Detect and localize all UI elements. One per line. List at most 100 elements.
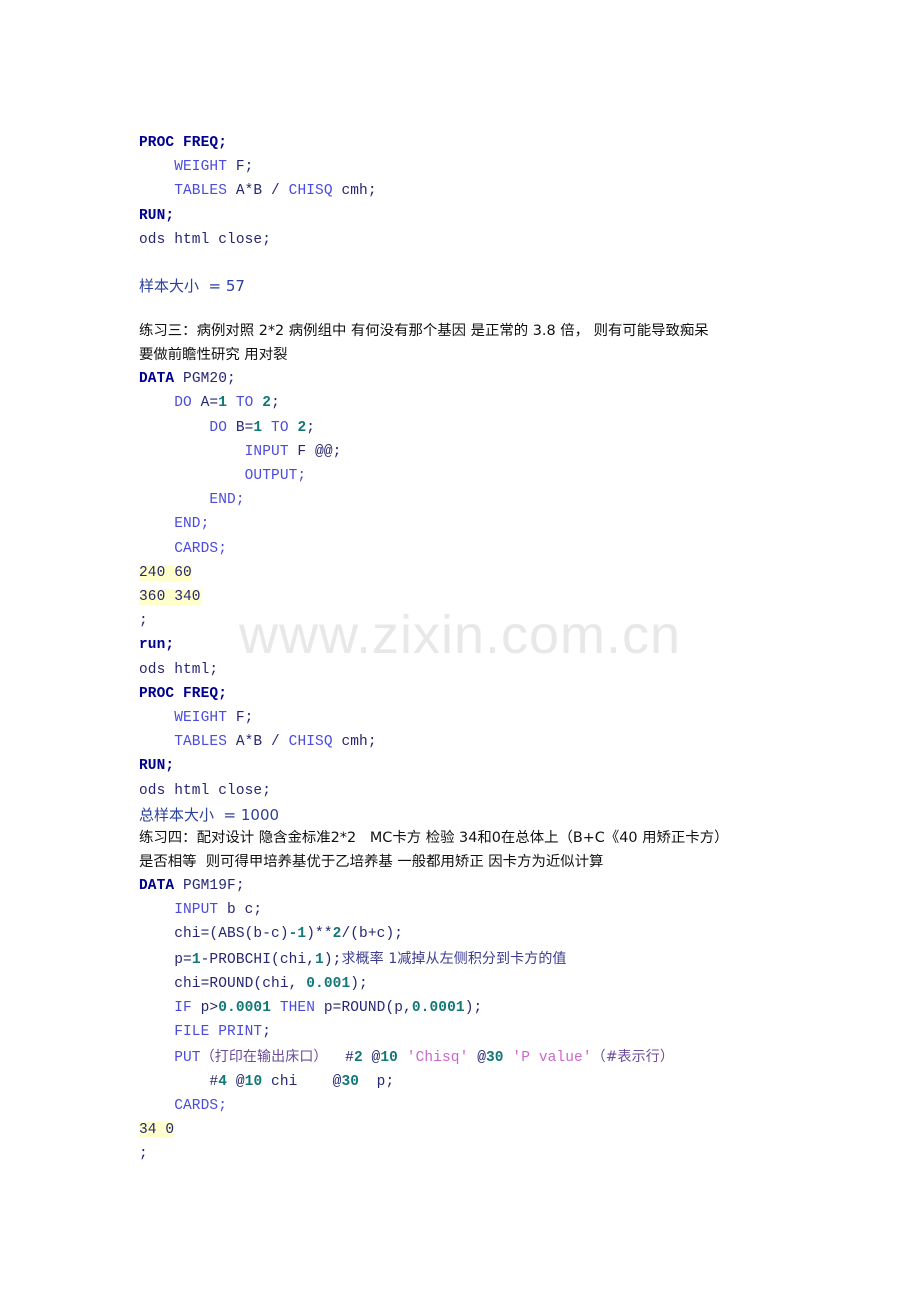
code-line: run; [139,633,799,657]
code-token-string: 'P value' [503,1049,592,1066]
code-token-plain: -PROBCHI(chi, [200,951,316,968]
code-line: END; [139,488,799,512]
code-token-plain: chi @ [262,1073,342,1090]
code-token-plain: chi=(ABS(b-c) [139,926,289,943]
code-line: END; [139,512,799,536]
code-line: TABLES A*B / CHISQ cmh; [139,179,799,203]
code-token-number: 0.001 [306,975,351,992]
code-token-number: 30 [341,1073,360,1090]
code-token-plain: ); [464,1000,483,1017]
code-token-punct: ; [218,685,228,702]
code-token-number: 2 [353,1049,363,1066]
code-token-number: 1 [253,419,263,436]
code-token-number: 0.0001 [218,1000,272,1017]
code-line: DO A=1 TO 2; [139,391,799,415]
code-token-plain: A= [191,395,219,412]
code-token-number: 2 [262,395,272,412]
code-token-plain: ods html close; [139,782,272,799]
code-token-plain: chi=ROUND(chi, [139,975,307,992]
code-line: WEIGHT F; [139,706,799,730]
code-token-keyword: TABLES [139,734,228,751]
code-token-plain: PGM20; [174,371,236,388]
code-token-keyword: WEIGHT [139,710,228,727]
code-token-keyword: END; [139,516,210,533]
exercise4-paragraph-line2: 是否相等 则可得甲培养基优于乙培养基 一般都用矫正 因卡方为近似计算 [139,853,604,870]
code-line: INPUT F @@; [139,440,799,464]
code-token-keyword: DO [139,395,192,412]
code-token-plain: b c; [218,902,263,919]
code-line: ; [139,609,799,633]
code-token-plain: @ [468,1049,486,1066]
code-token-plain: PGM19F; [174,878,245,895]
code-token-keyword: FILE PRINT [139,1024,263,1041]
code-token-keyword: THEN [271,1000,316,1017]
code-line: DATA PGM20; [139,367,799,391]
code-token-keyword: PROC FREQ [139,135,219,151]
code-token-plain: p> [191,1000,219,1017]
code-token-plain: ); [323,951,342,968]
code-token-number: 10 [380,1049,398,1066]
code-line: DATA PGM19F; [139,874,799,898]
code-line: PROC FREQ; [139,682,799,706]
code-line: ods html; [139,658,799,682]
code-line: PROC FREQ; [139,131,799,155]
code-token-keyword: INPUT [139,443,289,460]
code-token-keyword: PUT [139,1049,201,1066]
data-line: 360 340 [139,585,799,609]
code-token-keyword: END; [139,492,245,509]
code-token-plain: # [327,1049,354,1066]
code-line: RUN; [139,754,799,778]
code-token-keyword: RUN; [139,207,175,224]
code-token-keyword: WEIGHT [139,159,228,176]
code-token-number: 30 [486,1049,504,1066]
sample-size-heading: 样本大小 = 57 [139,274,799,298]
code-token-plain: ods html close; [139,231,272,248]
total-sample-size-text: 总样本大小 = 1000 [139,805,280,824]
code-token-plain: ; [306,419,316,436]
code-line: TABLES A*B / CHISQ cmh; [139,730,799,754]
code-token-keyword: CHISQ [288,734,333,751]
code-token-keyword: DATA [139,878,175,895]
data-values-highlighted: 34 0 [139,1122,175,1139]
code-token-punct: ; [218,135,228,151]
code-token-plain: p; [359,1073,395,1090]
code-token-number: 1 [191,951,201,968]
data-values-highlighted: 240 60 [139,564,192,581]
code-token-plain: @ [362,1049,381,1066]
code-token-plain: p= [139,951,192,968]
code-token-keyword: RUN; [139,758,175,775]
code-line: CARDS; [139,1094,799,1118]
code-token-keyword: OUTPUT; [139,468,307,485]
code-token-number: 1 [218,395,228,412]
code-token-plain: B= [227,419,254,436]
code-token-keyword: INPUT [139,902,219,919]
exercise3-paragraph-line1: 练习三：病例对照 2*2 病例组中 有何没有那个基因 是正常的 3.8 倍， 则… [139,323,709,340]
code-line: OUTPUT; [139,464,799,488]
code-token-keyword: PROC FREQ [139,685,219,702]
code-token-string: 'Chisq' [397,1049,469,1066]
code-token-keyword: TO [227,395,263,412]
code-line: DO B=1 TO 2; [139,416,799,440]
code-token-keyword: DO [139,419,228,436]
code-token-number: 0.0001 [411,1000,465,1017]
code-line: ; [139,1142,799,1166]
code-token-plain: A*B / [227,734,289,751]
code-token-keyword: TABLES [139,183,228,200]
exercise3-paragraph-line2: 要做前瞻性研究 用对裂 [139,346,288,363]
code-token-keyword: CARDS; [139,1097,228,1114]
code-line: CARDS; [139,537,799,561]
code-token-plain: ods html; [139,661,219,678]
document-page: www.zixin.com.cn PROC FREQ; WEIGHT F; TA… [0,0,920,1302]
data-line: 240 60 [139,561,799,585]
total-sample-size-heading: 总样本大小 = 1000 [139,803,799,827]
code-line: p=1-PROBCHI(chi,1);求概率 1减掉从左侧积分到卡方的值 [139,947,799,972]
code-token-keyword: run; [139,637,175,654]
code-token-plain: cmh; [332,734,377,751]
document-content: PROC FREQ; WEIGHT F; TABLES A*B / CHISQ … [139,131,799,1167]
code-token-keyword: CHISQ [288,183,333,200]
code-token-plain: cmh; [332,183,377,200]
sample-size-text: 样本大小 = 57 [139,277,245,296]
code-token-plain: F @@; [288,443,342,460]
code-line: RUN; [139,204,799,228]
code-line: FILE PRINT; [139,1020,799,1044]
